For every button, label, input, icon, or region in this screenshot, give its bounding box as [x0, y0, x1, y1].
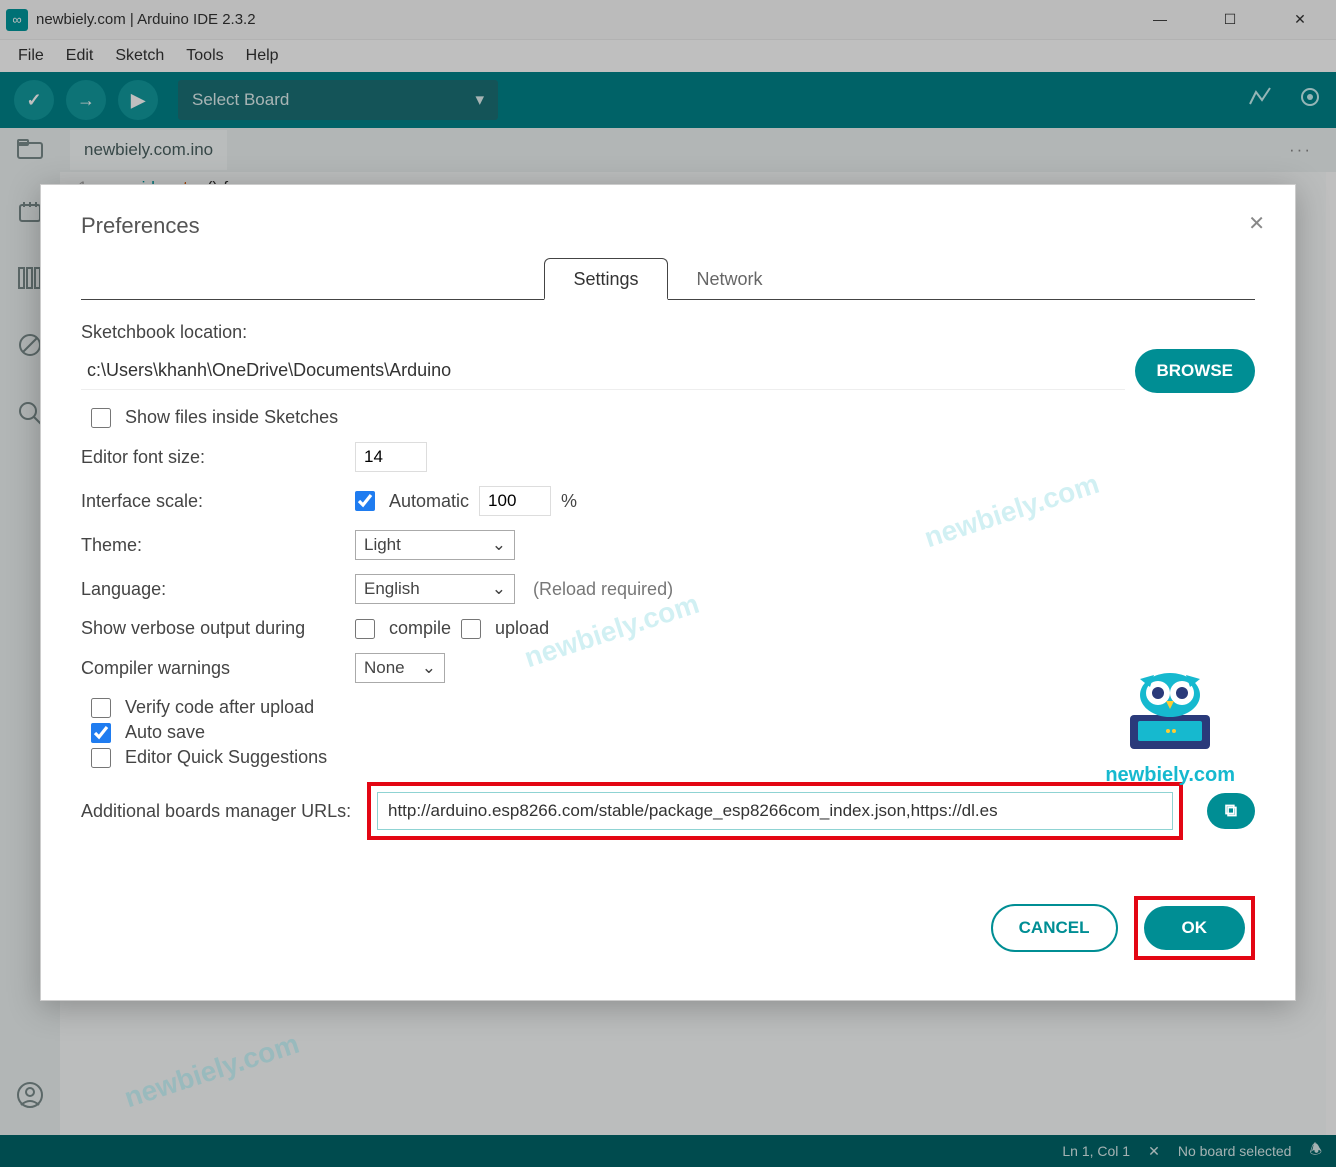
cancel-button[interactable]: CANCEL — [991, 904, 1118, 952]
language-select[interactable]: English ⌄ — [355, 574, 515, 604]
browse-button[interactable]: BROWSE — [1135, 349, 1256, 393]
reload-note: (Reload required) — [533, 579, 673, 600]
quick-suggestions-label: Editor Quick Suggestions — [125, 747, 327, 768]
tab-settings[interactable]: Settings — [544, 258, 667, 300]
verbose-compile-checkbox[interactable] — [355, 619, 375, 639]
compiler-warnings-label: Compiler warnings — [81, 658, 345, 679]
boards-urls-label: Additional boards manager URLs: — [81, 801, 361, 822]
verify-after-upload-label: Verify code after upload — [125, 697, 314, 718]
scale-auto-label: Automatic — [389, 491, 469, 512]
ok-highlight: OK — [1134, 896, 1256, 960]
ok-button[interactable]: OK — [1144, 906, 1246, 950]
preferences-tabs: Settings Network — [81, 257, 1255, 300]
verbose-compile-label: compile — [389, 618, 451, 639]
sketchbook-location-label: Sketchbook location: — [81, 322, 1255, 343]
compiler-warnings-select[interactable]: None ⌄ — [355, 653, 445, 683]
verbose-upload-checkbox[interactable] — [461, 619, 481, 639]
compiler-warnings-value: None — [364, 658, 405, 678]
chevron-down-icon: ⌄ — [492, 579, 506, 599]
scale-value-input[interactable] — [479, 486, 551, 516]
close-icon[interactable]: ✕ — [1248, 211, 1265, 236]
verbose-upload-label: upload — [495, 618, 549, 639]
newbiely-logo: newbiely.com — [1105, 665, 1235, 787]
verify-after-upload-checkbox[interactable] — [91, 698, 111, 718]
boards-urls-input[interactable] — [377, 792, 1173, 830]
expand-urls-button[interactable]: ⧉ — [1207, 793, 1255, 829]
language-label: Language: — [81, 579, 345, 600]
percent-label: % — [561, 491, 577, 512]
theme-value: Light — [364, 535, 401, 555]
theme-label: Theme: — [81, 535, 345, 556]
autosave-label: Auto save — [125, 722, 205, 743]
show-files-label: Show files inside Sketches — [125, 407, 338, 428]
font-size-label: Editor font size: — [81, 447, 345, 468]
sketchbook-location-input[interactable] — [81, 352, 1125, 390]
autosave-checkbox[interactable] — [91, 723, 111, 743]
dialog-title: Preferences — [81, 213, 1255, 239]
boards-urls-highlight — [367, 782, 1183, 840]
tab-network[interactable]: Network — [668, 258, 792, 300]
chevron-down-icon: ⌄ — [422, 658, 436, 678]
language-value: English — [364, 579, 420, 599]
expand-icon: ⧉ — [1225, 801, 1237, 820]
interface-scale-label: Interface scale: — [81, 491, 345, 512]
quick-suggestions-checkbox[interactable] — [91, 748, 111, 768]
font-size-input[interactable] — [355, 442, 427, 472]
theme-select[interactable]: Light ⌄ — [355, 530, 515, 560]
show-files-checkbox[interactable] — [91, 408, 111, 428]
scale-auto-checkbox[interactable] — [355, 491, 375, 511]
preferences-dialog: Preferences ✕ Settings Network Sketchboo… — [40, 184, 1296, 1001]
verbose-label: Show verbose output during — [81, 618, 345, 639]
logo-caption: newbiely.com — [1105, 764, 1235, 787]
chevron-down-icon: ⌄ — [492, 535, 506, 555]
